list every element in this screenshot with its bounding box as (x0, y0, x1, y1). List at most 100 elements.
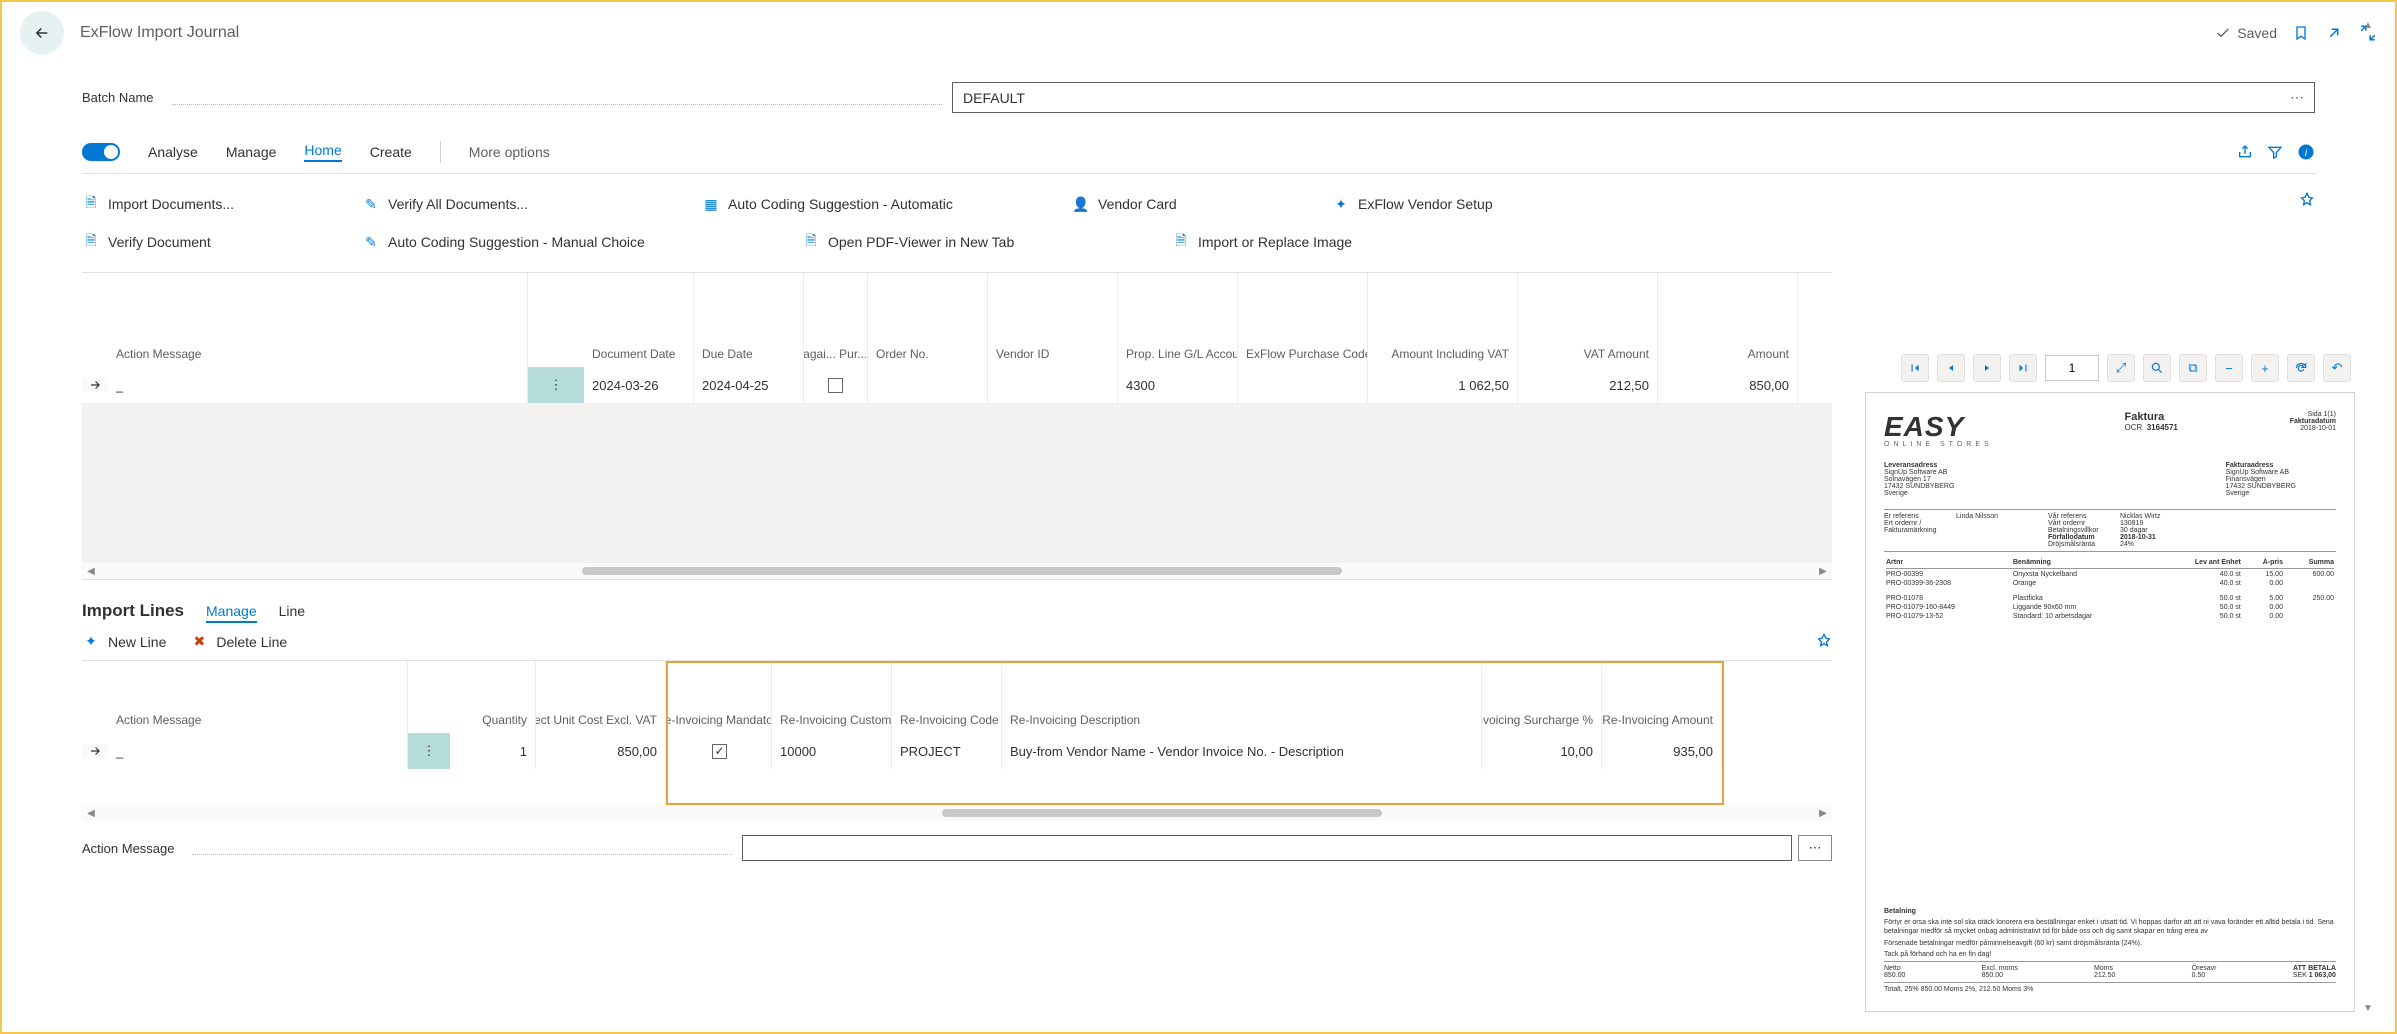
verify-all-documents-button[interactable]: ✎ Verify All Documents... (362, 192, 642, 216)
col-quantity[interactable]: Quantity (450, 661, 536, 733)
col-reinv-customer[interactable]: Re-Invoicing Customer No. (772, 663, 892, 733)
horizontal-scrollbar[interactable]: ◀ ▶ (82, 563, 1832, 579)
back-button[interactable] (20, 11, 64, 55)
pdf-refresh-button[interactable] (2287, 354, 2315, 382)
col-amount[interactable]: Amount (1658, 273, 1798, 367)
doc-logo-sub: ONLINE STORES (1884, 441, 1993, 448)
pin-icon[interactable] (2299, 192, 2315, 208)
cell-purchase-code[interactable] (1238, 367, 1368, 403)
ellipsis-icon[interactable]: ⋯ (2290, 89, 2304, 106)
cell-lines-action-message[interactable]: _ (108, 733, 408, 769)
cell-due-date[interactable]: 2024-04-25 (694, 367, 804, 403)
cell-match-order[interactable] (804, 367, 868, 403)
exflow-vendor-setup-button[interactable]: ✦ ExFlow Vendor Setup (1332, 192, 1493, 216)
pdf-document-preview[interactable]: EASY ONLINE STORES Faktura OCR 3164571 S… (1865, 392, 2355, 1012)
open-pdf-viewer-button[interactable]: 🗎 Open PDF-Viewer in New Tab (802, 230, 1112, 254)
col-prop-line[interactable]: Prop. Line G/L Account (1118, 273, 1238, 367)
col-action-message[interactable]: Action Message (108, 273, 528, 367)
cell-action-message[interactable]: _ (108, 367, 528, 403)
scroll-right-icon[interactable]: ▶ (1814, 566, 1832, 577)
checkbox-icon[interactable] (828, 378, 843, 393)
pdf-search-button[interactable] (2143, 354, 2171, 382)
filter-icon[interactable] (2267, 144, 2283, 160)
batch-name-input[interactable]: DEFAULT ⋯ (952, 82, 2315, 113)
col-reinv-mandatory[interactable]: Re-Invoicing Mandatory (668, 663, 772, 733)
pdf-zoom-out-button[interactable]: − (2215, 354, 2243, 382)
col-match-order[interactable]: Mat... agai... Pur... Order (804, 273, 868, 367)
tab-lines-line[interactable]: Line (279, 603, 305, 619)
row-menu-button[interactable]: ⋮ (408, 733, 450, 769)
pdf-page-input[interactable] (2045, 355, 2099, 381)
import-documents-button[interactable]: 🗎 Import Documents... (82, 192, 302, 216)
bookmark-icon[interactable] (2293, 24, 2309, 42)
col-lines-action-message[interactable]: Action Message (108, 661, 408, 733)
auto-coding-manual-button[interactable]: ✎ Auto Coding Suggestion - Manual Choice (362, 230, 742, 254)
cell-reinv-surcharge[interactable]: 10,00 (1482, 733, 1602, 769)
scroll-right-icon[interactable]: ▶ (1814, 808, 1832, 819)
pdf-first-page-button[interactable] (1901, 354, 1929, 382)
col-reinv-amount[interactable]: Re-Invoicing Amount (1602, 663, 1722, 733)
tab-create[interactable]: Create (370, 144, 412, 160)
col-direct-unit-cost[interactable]: Direct Unit Cost Excl. VAT (536, 661, 666, 733)
cell-amount[interactable]: 850,00 (1658, 367, 1798, 403)
horizontal-scrollbar[interactable]: ◀ ▶ (82, 805, 1832, 821)
col-reinv-surcharge[interactable]: Re-Invoicing Surcharge % (1482, 663, 1602, 733)
cell-document-date[interactable]: 2024-03-26 (584, 367, 694, 403)
pdf-next-page-button[interactable] (1973, 354, 2001, 382)
pdf-undo-button[interactable]: ↶ (2323, 354, 2351, 382)
cell-reinv-desc[interactable]: Buy-from Vendor Name - Vendor Invoice No… (1002, 733, 1482, 769)
tab-manage[interactable]: Manage (226, 144, 277, 160)
cell-vendor-id[interactable] (988, 367, 1118, 403)
col-vat-amount[interactable]: VAT Amount (1518, 273, 1658, 367)
cell-order-no[interactable] (868, 367, 988, 403)
scroll-left-icon[interactable]: ◀ (82, 566, 100, 577)
row-select-arrow[interactable] (82, 378, 108, 392)
cell-vat-amount[interactable]: 212,50 (1518, 367, 1658, 403)
col-purchase-code[interactable]: ExFlow Purchase Code (1238, 273, 1368, 367)
col-reinv-desc[interactable]: Re-Invoicing Description (1002, 663, 1482, 733)
more-options-button[interactable]: More options (469, 144, 550, 160)
col-document-date[interactable]: Document Date (584, 273, 694, 367)
scroll-down-icon[interactable]: ▼ (2363, 1003, 2373, 1014)
col-amount-incl-vat[interactable]: Amount Including VAT (1368, 273, 1518, 367)
pdf-fit-width-button[interactable]: ⤢ (2107, 354, 2135, 382)
scroll-up-icon[interactable]: ▲ (2363, 20, 2373, 31)
share-icon[interactable] (2237, 144, 2253, 160)
import-replace-image-button[interactable]: 🗎 Import or Replace Image (1172, 230, 1352, 254)
cell-reinv-customer[interactable]: 10000 (772, 733, 892, 769)
col-vendor-id[interactable]: Vendor ID (988, 273, 1118, 367)
new-line-button[interactable]: ✦ New Line (82, 633, 166, 650)
cell-amount-incl-vat[interactable]: 1 062,50 (1368, 367, 1518, 403)
cell-reinv-mandatory[interactable] (668, 733, 772, 769)
pdf-popout-button[interactable]: ⧉ (2179, 354, 2207, 382)
cell-direct-unit-cost[interactable]: 850,00 (536, 733, 666, 769)
row-menu-button[interactable]: ⋮ (528, 367, 584, 403)
scroll-left-icon[interactable]: ◀ (82, 808, 100, 819)
col-reinv-code[interactable]: Re-Invoicing Code (892, 663, 1002, 733)
row-select-arrow[interactable] (82, 744, 108, 758)
verify-document-button[interactable]: 🗎 Verify Document (82, 230, 302, 254)
view-toggle[interactable] (82, 143, 120, 161)
action-message-lookup-button[interactable]: ⋯ (1798, 835, 1832, 861)
tab-home[interactable]: Home (304, 142, 341, 162)
cell-quantity[interactable]: 1 (450, 733, 536, 769)
delete-line-button[interactable]: ✖ Delete Line (190, 633, 287, 650)
checkbox-checked-icon[interactable] (712, 744, 727, 759)
cell-reinv-amount[interactable]: 935,00 (1602, 733, 1722, 769)
popout-icon[interactable] (2325, 24, 2343, 42)
vertical-scrollbar[interactable]: ▲ ▼ (2359, 20, 2377, 1014)
vendor-card-button[interactable]: 👤 Vendor Card (1072, 192, 1272, 216)
pdf-prev-page-button[interactable] (1937, 354, 1965, 382)
pdf-zoom-in-button[interactable]: + (2251, 354, 2279, 382)
pin-icon[interactable] (1816, 633, 1832, 649)
cell-prop-line[interactable]: 4300 (1118, 367, 1238, 403)
col-due-date[interactable]: Due Date (694, 273, 804, 367)
tab-lines-manage[interactable]: Manage (206, 603, 257, 623)
action-message-input[interactable] (742, 835, 1792, 861)
pdf-last-page-button[interactable] (2009, 354, 2037, 382)
auto-coding-automatic-button[interactable]: ▦ Auto Coding Suggestion - Automatic (702, 192, 1012, 216)
tab-analyse[interactable]: Analyse (148, 144, 198, 160)
col-order-no[interactable]: Order No. (868, 273, 988, 367)
cell-reinv-code[interactable]: PROJECT (892, 733, 1002, 769)
info-icon[interactable]: i (2297, 143, 2315, 161)
